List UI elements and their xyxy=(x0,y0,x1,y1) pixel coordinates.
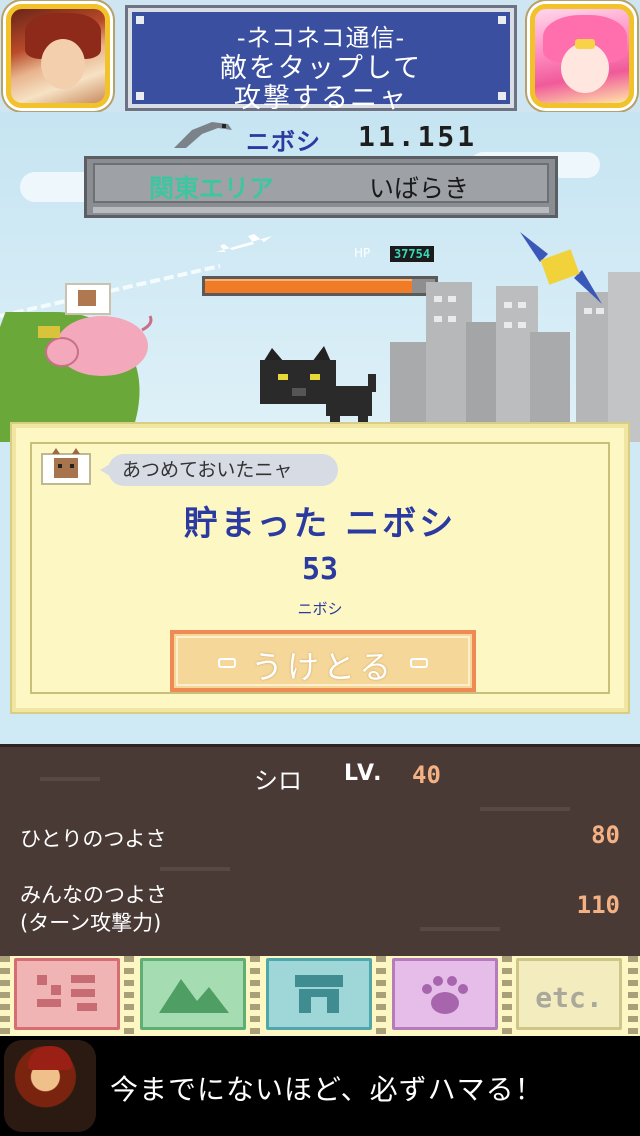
prefecture-name: いばらき xyxy=(369,174,470,203)
airplane-icon xyxy=(216,234,272,252)
stored-amount: 53 xyxy=(301,552,339,587)
area-name: 関東エリア xyxy=(149,174,275,203)
news-panel: -ネコネコ通信- 敵をタップして 攻撃するニャ xyxy=(125,5,517,114)
film-strip-decoration xyxy=(0,956,10,1036)
avatar-face xyxy=(561,43,609,93)
flying-pig-icon xyxy=(38,283,153,376)
currency-count: 11.151 xyxy=(358,120,478,153)
nav-tab-etc[interactable]: etc. xyxy=(516,958,622,1030)
film-strip-decoration xyxy=(124,956,134,1036)
battle-scene[interactable]: ニボシ 11.151 関東エリア いばらき HP 37754 xyxy=(0,112,640,442)
solo-strength-label: ひとりのつよさ xyxy=(20,827,167,851)
film-strip-decoration xyxy=(628,956,638,1036)
popup-heading: 貯まった ニボシ xyxy=(183,504,457,544)
speech-bubble: あつめておいたニャ xyxy=(100,454,338,486)
character-name: シロ xyxy=(254,767,302,795)
texture-speck xyxy=(160,867,230,871)
tiara-icon xyxy=(575,39,595,49)
film-strip-decoration xyxy=(502,956,512,1036)
etc-label: etc. xyxy=(535,981,603,1014)
team-strength-value: 110 xyxy=(576,891,620,919)
level-label: LV. xyxy=(344,761,384,786)
team-strength-label-line2: (ターン攻撃力) xyxy=(20,911,162,935)
bottom-nav: etc. xyxy=(0,956,640,1036)
winged-cube-icon xyxy=(520,232,602,304)
paw-icon xyxy=(422,976,468,1014)
top-bar: -ネコネコ通信- 敵をタップして 攻撃するニャ xyxy=(0,0,640,114)
helmet-icon xyxy=(28,1046,72,1070)
news-message-line2: 攻撃するニャ xyxy=(234,83,408,114)
nav-tab-map[interactable] xyxy=(140,958,246,1030)
shop-icon xyxy=(295,975,343,1013)
hp-value: 37754 xyxy=(390,246,434,262)
princess-avatar[interactable] xyxy=(530,4,634,108)
texture-speck xyxy=(420,927,500,931)
area-panel: 関東エリア いばらき xyxy=(84,156,558,218)
hp-label: HP xyxy=(354,246,371,260)
ad-text: 今までにないほど、必ずハマる！ xyxy=(110,1073,544,1106)
solo-strength-value: 80 xyxy=(591,821,620,849)
film-strip-decoration xyxy=(376,956,386,1036)
character-stats-panel: シロ LV. 40 ひとりのつよさ 80 みんなのつよさ (ターン攻撃力) 11… xyxy=(0,744,640,956)
mountain-icon xyxy=(159,979,229,1013)
nav-tab-cats[interactable] xyxy=(392,958,498,1030)
receive-button[interactable]: うけとる xyxy=(170,630,476,692)
nav-tab-stage[interactable] xyxy=(14,958,120,1030)
currency-label: ニボシ xyxy=(246,128,321,156)
fish-bone-icon xyxy=(410,658,428,668)
cat-speaker-icon xyxy=(41,448,91,485)
area-progress-bar xyxy=(93,207,549,213)
ad-warrior-icon xyxy=(4,1040,96,1132)
texture-speck xyxy=(40,777,100,781)
team-strength-label-line1: みんなのつよさ xyxy=(20,883,167,907)
nav-tab-shop[interactable] xyxy=(266,958,372,1030)
film-strip-decoration xyxy=(250,956,260,1036)
black-cat-enemy[interactable] xyxy=(256,344,380,434)
area-panel-inner: 関東エリア いばらき xyxy=(93,163,549,203)
level-value: 40 xyxy=(412,761,441,789)
team-strength-label: みんなのつよさ (ターン攻撃力) xyxy=(20,881,167,937)
collection-popup: あつめておいたニャ 貯まった ニボシ 53 ニボシ うけとる xyxy=(12,424,628,712)
stored-unit: ニボシ xyxy=(297,600,343,618)
stage-icon xyxy=(37,975,97,1011)
texture-speck xyxy=(480,807,570,811)
ad-banner[interactable]: 今までにないほど、必ずハマる！ xyxy=(0,1036,640,1136)
avatar-face xyxy=(41,39,85,89)
fish-icon xyxy=(174,122,232,148)
hero-avatar[interactable] xyxy=(6,4,110,108)
